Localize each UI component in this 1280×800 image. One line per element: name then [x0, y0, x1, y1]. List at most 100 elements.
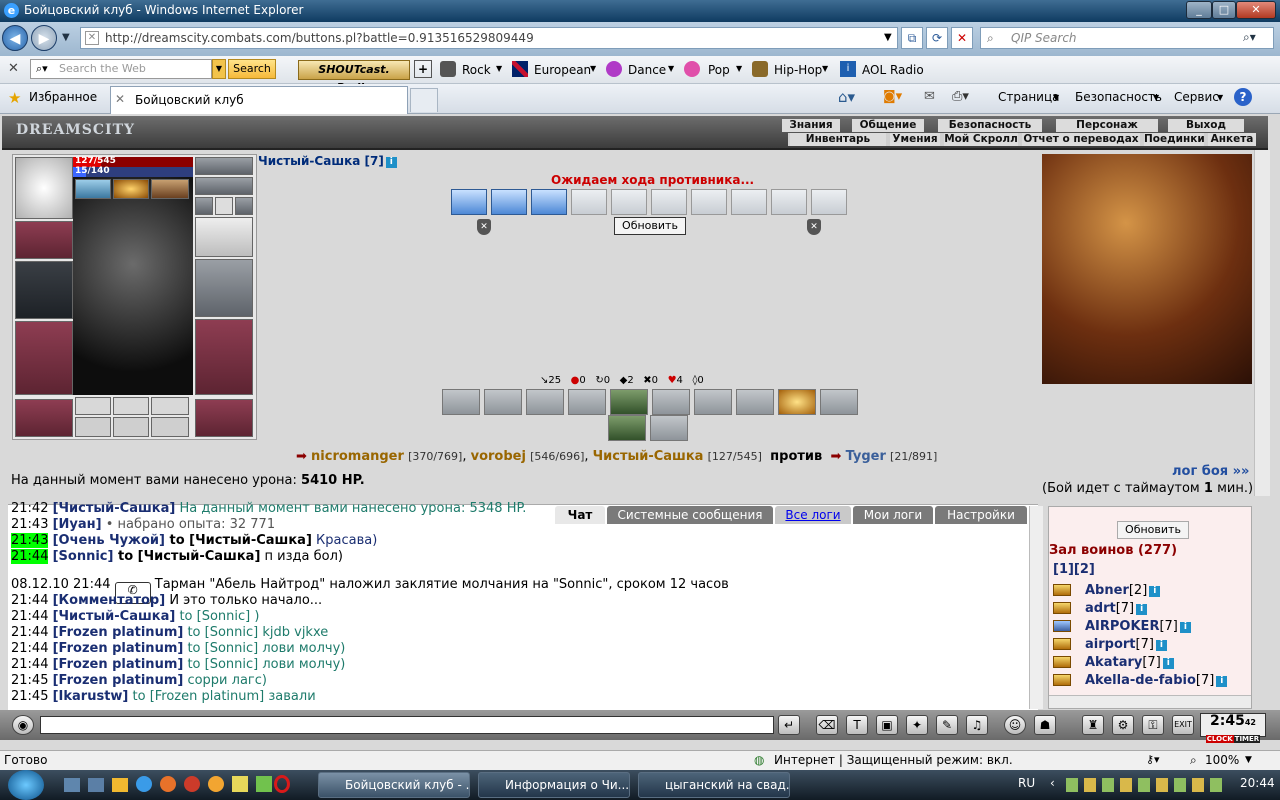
- team1-player-1[interactable]: nicromanger: [311, 449, 404, 464]
- chevron-down-icon[interactable]: ▼: [822, 64, 828, 73]
- info-icon[interactable]: i: [1155, 640, 1167, 651]
- rune-slot-3[interactable]: [151, 397, 189, 415]
- ring3-slot[interactable]: [235, 197, 253, 215]
- back-button[interactable]: ◀: [2, 25, 28, 51]
- team1-player-2[interactable]: vorobej: [471, 449, 526, 464]
- chat-nick[interactable]: [Sonnic]: [53, 549, 114, 564]
- help-icon[interactable]: ?: [1234, 88, 1252, 106]
- taskbar-item-info[interactable]: Информация о Чи...: [478, 772, 630, 798]
- spell-slot-2[interactable]: [491, 189, 527, 215]
- action-slot-1[interactable]: [442, 389, 480, 415]
- spell-slot-6[interactable]: [651, 189, 687, 215]
- necklace-slot[interactable]: [195, 177, 253, 195]
- warrior-name[interactable]: Akella-de-fabio: [1085, 673, 1196, 688]
- chrome-icon[interactable]: [184, 776, 200, 792]
- warrior-item[interactable]: Akatary[7] i: [1085, 655, 1174, 670]
- skills-icon[interactable]: ✎: [936, 715, 958, 735]
- shield-slot[interactable]: [195, 259, 253, 317]
- action-slot-12[interactable]: [650, 415, 688, 441]
- chat-nick[interactable]: [Иуан]: [53, 517, 102, 532]
- action-slot-2[interactable]: [484, 389, 522, 415]
- tab-combats[interactable]: Бойцовский клуб: [110, 86, 408, 114]
- warriors-hscrollbar[interactable]: [1049, 695, 1251, 708]
- radio-rock[interactable]: Rock: [462, 60, 491, 80]
- chevron-down-icon[interactable]: ▼: [736, 64, 742, 73]
- service-menu[interactable]: Сервис: [1174, 90, 1219, 104]
- attack-icon[interactable]: [1053, 638, 1071, 650]
- radio-hiphop[interactable]: Hip-Hop: [774, 60, 822, 80]
- chat-nick[interactable]: [Комментатор]: [53, 593, 166, 608]
- info-icon[interactable]: i: [1149, 586, 1161, 597]
- minimize-button[interactable]: _: [1186, 1, 1212, 19]
- close-window-button[interactable]: ✕: [1236, 1, 1276, 19]
- show-desktop-icon[interactable]: [64, 778, 80, 792]
- weapon-slot[interactable]: [15, 261, 73, 319]
- taskbar-item-combats[interactable]: Бойцовский клуб - ...: [318, 772, 470, 798]
- chat-nick[interactable]: [Ikarustw]: [53, 689, 129, 704]
- chat-nick[interactable]: [Frozen platinum]: [53, 641, 184, 656]
- radio-aol[interactable]: AOL Radio: [862, 60, 924, 80]
- belt-slot[interactable]: [15, 399, 73, 437]
- opera-icon[interactable]: [274, 775, 290, 793]
- print-icon[interactable]: ⎙▾: [952, 89, 969, 104]
- warrior-item[interactable]: airport[7] i: [1085, 637, 1167, 652]
- info-icon[interactable]: i: [1216, 676, 1228, 687]
- attack-icon[interactable]: [1053, 674, 1071, 686]
- sound-icon[interactable]: ♫: [966, 715, 988, 735]
- earring-slot[interactable]: [195, 157, 253, 175]
- security-zone[interactable]: Интернет | Защищенный режим: вкл.: [774, 751, 1013, 769]
- warrior-item[interactable]: Abner[2] i: [1085, 583, 1161, 598]
- close-toolbar-icon[interactable]: ✕: [8, 61, 19, 76]
- menu-security[interactable]: Безопасность: [938, 119, 1042, 132]
- warrior-name[interactable]: AIRPOKER: [1085, 619, 1159, 634]
- warrior-item[interactable]: adrt[7] i: [1085, 601, 1148, 616]
- page-menu[interactable]: Страница: [998, 90, 1060, 104]
- app-icon[interactable]: [256, 776, 272, 792]
- chat-to[interactable]: to [Чистый-Сашка]: [113, 549, 260, 564]
- warrior-name[interactable]: adrt: [1085, 601, 1116, 616]
- feeds-icon[interactable]: ◙▾: [883, 89, 902, 104]
- tray-clock[interactable]: 20:44: [1240, 776, 1275, 790]
- attack-icon[interactable]: [1053, 656, 1071, 668]
- submenu-transfers[interactable]: Отчет о переводах: [1022, 133, 1140, 146]
- menu-character[interactable]: Персонаж: [1056, 119, 1158, 132]
- chat-nick[interactable]: [Frozen platinum]: [53, 657, 184, 672]
- forward-button[interactable]: ▶: [31, 25, 57, 51]
- spell-slot-1[interactable]: [451, 189, 487, 215]
- users-icon[interactable]: ☗: [1034, 715, 1056, 735]
- zoom-level[interactable]: 100%: [1205, 751, 1239, 769]
- warrior-name[interactable]: Akatary: [1085, 655, 1142, 670]
- clear-icon[interactable]: ⌫: [816, 715, 838, 735]
- page-scrollbar[interactable]: [1254, 150, 1270, 496]
- shoutcast-radio-button[interactable]: SHOUTcast. Radio: [298, 60, 410, 94]
- warrior-item[interactable]: AIRPOKER[7] i: [1085, 619, 1191, 634]
- taskbar-item-song[interactable]: цыганский на свад...: [638, 772, 790, 798]
- character-name[interactable]: Чистый-Сашка [7] i: [258, 154, 397, 168]
- refresh-warriors-button[interactable]: Обновить: [1117, 521, 1189, 539]
- web-search-input[interactable]: Search the Web: [30, 59, 212, 79]
- amulet-slot[interactable]: [113, 179, 149, 199]
- chevron-down-icon[interactable]: ▼: [1245, 751, 1252, 769]
- tray-expand-icon[interactable]: ‹: [1050, 776, 1055, 790]
- armor-slot[interactable]: [15, 321, 73, 395]
- action-slot-3[interactable]: [526, 389, 564, 415]
- spell-slot-7[interactable]: [691, 189, 727, 215]
- firefox-icon[interactable]: [160, 776, 176, 792]
- chevron-down-icon[interactable]: ▼: [496, 64, 502, 73]
- spell-slot-5[interactable]: [611, 189, 647, 215]
- chat-scrollbar[interactable]: [1029, 506, 1043, 709]
- info-icon[interactable]: i: [1162, 658, 1174, 669]
- submenu-myscroll[interactable]: Мой Скролл: [944, 133, 1018, 146]
- translit-icon[interactable]: T: [846, 715, 868, 735]
- mail-icon[interactable]: ✉: [924, 89, 935, 104]
- spell-slot-4[interactable]: [571, 189, 607, 215]
- battle-icon[interactable]: [1053, 620, 1071, 632]
- ie-icon[interactable]: [136, 776, 152, 792]
- favorites-button[interactable]: Избранное: [29, 90, 97, 104]
- save-icon[interactable]: ▣: [876, 715, 898, 735]
- url-dropdown-chevron-icon[interactable]: ▼: [884, 32, 892, 43]
- language-indicator[interactable]: RU: [1018, 776, 1035, 790]
- tab-system-messages[interactable]: Системные сообщения: [607, 506, 773, 524]
- tab-all-logs[interactable]: Все логи: [775, 506, 851, 524]
- send-icon[interactable]: ↵: [778, 715, 800, 735]
